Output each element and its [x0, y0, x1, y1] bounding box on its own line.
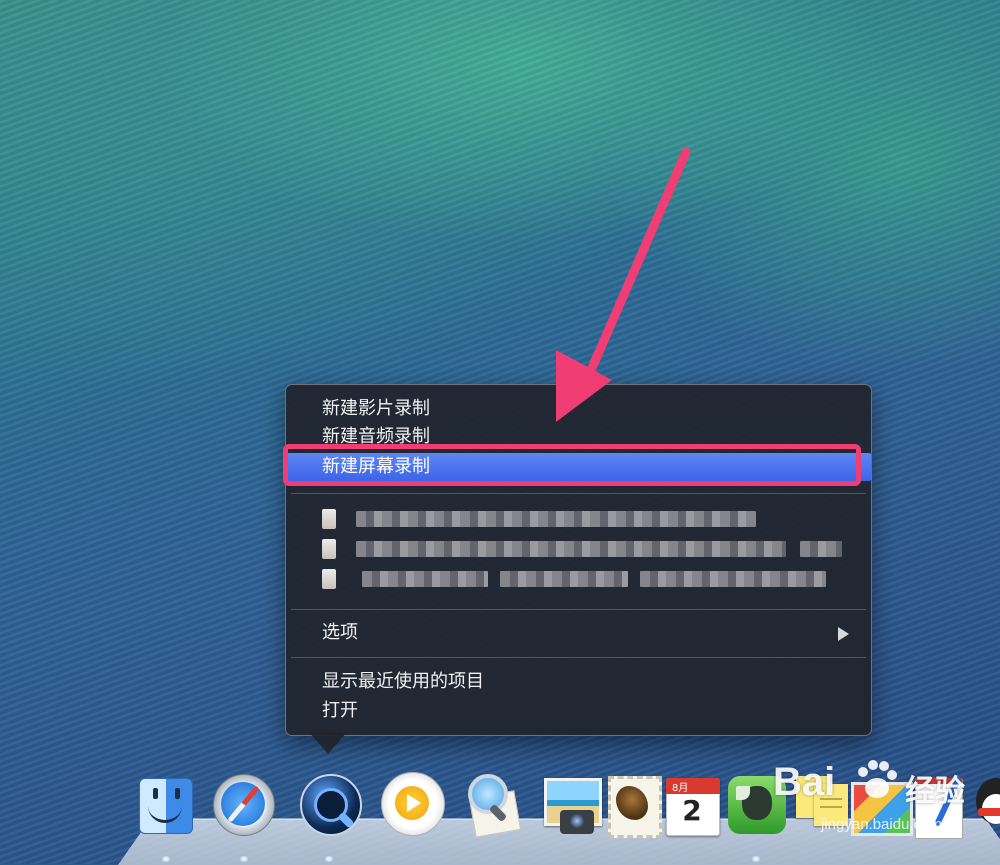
quicktime-icon[interactable]: [294, 768, 362, 840]
finder-eye: [175, 788, 180, 799]
baidu-paw-icon: [858, 760, 897, 798]
watermark-logo-text: Bai: [773, 760, 836, 804]
media-player-icon[interactable]: [377, 768, 445, 840]
dock-running-indicator: [325, 856, 333, 862]
iphoto-icon[interactable]: [536, 768, 604, 840]
watermark-url: jingyan.baidu.com: [821, 816, 942, 833]
finder-icon[interactable]: [131, 768, 199, 840]
baidu-jingyan-watermark: Bai 经验 jingyan.baidu.com: [745, 752, 995, 864]
preview-icon[interactable]: [458, 768, 526, 840]
watermark-cn-text: 经验: [905, 774, 965, 809]
dock-running-indicator: [162, 856, 170, 862]
calendar-day: 2: [682, 794, 702, 827]
calendar-icon[interactable]: 8月 2: [658, 768, 726, 840]
iphoto-camera-lens: [570, 814, 584, 828]
dock-running-indicator: [240, 856, 248, 862]
mail-icon[interactable]: [598, 768, 666, 840]
safari-icon[interactable]: [209, 768, 277, 840]
finder-eye: [153, 788, 158, 799]
play-icon: [407, 794, 421, 812]
magnifier-lens: [468, 774, 508, 814]
annotation-arrow: [556, 147, 691, 422]
calendar-month: 8月: [672, 783, 689, 794]
